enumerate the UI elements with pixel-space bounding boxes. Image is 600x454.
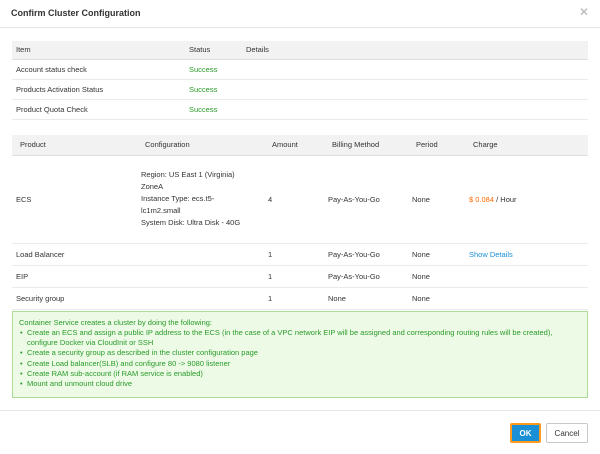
column-header-period: Period xyxy=(408,135,465,156)
configuration-cell: Region: US East 1 (Virginia) ZoneA Insta… xyxy=(137,155,264,244)
charge-cell: $ 0.084 / Hour xyxy=(465,155,588,244)
check-item: Account status check xyxy=(12,59,185,80)
amount: 1 xyxy=(264,265,324,288)
check-table-header: Item Status Details xyxy=(12,41,588,60)
billing-method: Pay-As-You-Go xyxy=(324,155,408,244)
column-header-configuration: Configuration xyxy=(137,135,264,156)
show-details-link[interactable]: Show Details xyxy=(469,250,513,259)
price: $ 0.084 xyxy=(469,194,495,204)
price-unit: / Hour xyxy=(494,194,517,204)
product-name: ECS xyxy=(12,155,137,244)
check-status: Success xyxy=(185,99,242,120)
column-header-details: Details xyxy=(242,41,588,60)
check-status: Success xyxy=(185,79,242,100)
info-intro: Container Service creates a cluster by d… xyxy=(19,318,213,327)
confirm-cluster-dialog: Confirm Cluster Configuration ✕ Item Sta… xyxy=(0,0,600,454)
config-line: ZoneA xyxy=(141,182,164,191)
info-box: Container Service creates a cluster by d… xyxy=(12,311,588,398)
config-line: Instance Type: ecs.t5- xyxy=(141,194,215,203)
period: None xyxy=(408,265,465,288)
billing-method: Pay-As-You-Go xyxy=(324,265,408,288)
product-name: Security group xyxy=(12,287,137,310)
column-header-billing-method: Billing Method xyxy=(324,135,408,156)
check-item: Product Quota Check xyxy=(12,99,185,120)
ok-button[interactable]: OK xyxy=(510,423,541,443)
table-row: Account status check Success xyxy=(12,59,588,80)
amount: 1 xyxy=(264,287,324,310)
charge-cell xyxy=(465,265,588,288)
configuration-cell xyxy=(137,265,264,288)
table-row: Security group 1 None None xyxy=(12,287,588,310)
column-header-product: Product xyxy=(12,135,137,156)
dialog-title: Confirm Cluster Configuration xyxy=(11,8,141,18)
list-item: Create a security group as described in … xyxy=(19,348,581,358)
check-details xyxy=(242,59,588,80)
period: None xyxy=(408,243,465,266)
check-item: Products Activation Status xyxy=(12,79,185,100)
list-item: Create Load balancer(SLB) and configure … xyxy=(19,359,581,369)
column-header-item: Item xyxy=(12,41,185,60)
close-icon[interactable]: ✕ xyxy=(577,5,591,19)
amount: 4 xyxy=(264,155,324,244)
billing-method: Pay-As-You-Go xyxy=(324,243,408,266)
check-details xyxy=(242,79,588,100)
table-row: ECS Region: US East 1 (Virginia) ZoneA I… xyxy=(12,155,588,244)
configuration-cell xyxy=(137,243,264,266)
config-line: System Disk: Ultra Disk - 40G xyxy=(141,218,241,227)
check-details xyxy=(242,99,588,120)
dialog-header: Confirm Cluster Configuration ✕ xyxy=(0,0,600,28)
table-row: Product Quota Check Success xyxy=(12,99,588,120)
list-item: Mount and unmount cloud drive xyxy=(19,379,581,389)
product-name: Load Balancer xyxy=(12,243,137,266)
configuration-cell xyxy=(137,287,264,310)
table-row: Load Balancer 1 Pay-As-You-Go None Show … xyxy=(12,243,588,266)
dialog-footer: OK Cancel xyxy=(0,410,600,454)
charge-cell: Show Details xyxy=(465,243,588,266)
column-header-amount: Amount xyxy=(264,135,324,156)
column-header-status: Status xyxy=(185,41,242,60)
config-line: lc1m2.small xyxy=(141,206,181,215)
list-item: Create an ECS and assign a public IP add… xyxy=(19,328,581,348)
resource-table-header: Product Configuration Amount Billing Met… xyxy=(12,135,588,156)
charge-cell xyxy=(465,287,588,310)
resource-table: Product Configuration Amount Billing Met… xyxy=(12,135,588,310)
cancel-button[interactable]: Cancel xyxy=(546,423,588,443)
list-item: Create RAM sub-account (if RAM service i… xyxy=(19,369,581,379)
info-list: Create an ECS and assign a public IP add… xyxy=(19,328,581,389)
period: None xyxy=(408,287,465,310)
column-header-charge: Charge xyxy=(465,135,588,156)
amount: 1 xyxy=(264,243,324,266)
table-row: Products Activation Status Success xyxy=(12,79,588,100)
billing-method: None xyxy=(324,287,408,310)
period: None xyxy=(408,155,465,244)
check-table: Item Status Details Account status check… xyxy=(12,41,588,120)
table-row: EIP 1 Pay-As-You-Go None xyxy=(12,265,588,288)
product-name: EIP xyxy=(12,265,137,288)
check-status: Success xyxy=(185,59,242,80)
config-line: Region: US East 1 (Virginia) xyxy=(141,170,235,179)
